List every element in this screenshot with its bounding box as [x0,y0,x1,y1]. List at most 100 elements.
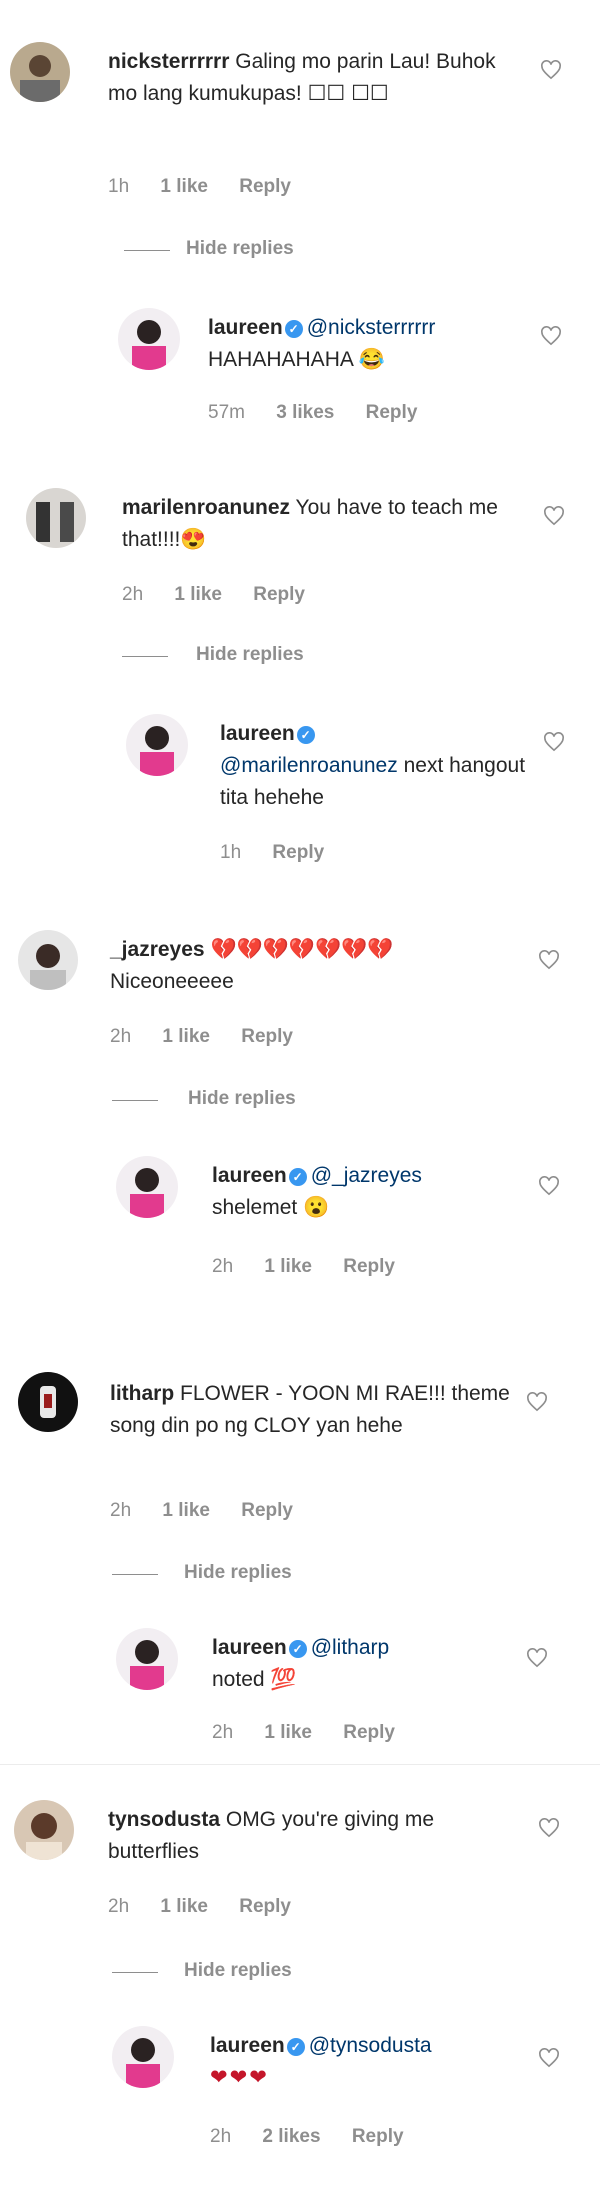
reply-time: 2h [212,1256,234,1277]
reply-username[interactable]: laureen [212,1164,287,1187]
reply-meta: 2h 1 like Reply [212,1256,421,1278]
reply-body: HAHAHAHAHA 😂 [208,348,385,371]
reply-button[interactable]: Reply [241,1026,293,1047]
replies-divider [124,250,170,251]
reply-button[interactable]: Reply [239,1896,291,1917]
comment-time: 2h [110,1026,132,1047]
comment-meta: 2h 1 like Reply [108,1896,317,1918]
comment-text: litharp FLOWER - YOON MI RAE!!! theme so… [110,1378,520,1442]
avatar[interactable] [18,930,78,990]
comment-meta: 1h 1 like Reply [108,176,317,198]
comment-text: tynsodusta OMG you're giving me butterfl… [108,1804,518,1868]
heart-outline-icon[interactable] [543,732,565,752]
reply-username[interactable]: laureen [210,2034,285,2057]
reply-time: 57m [208,402,245,423]
reply-text: laureen ✓ @marilenroanunez next hangout t… [220,718,530,814]
avatar[interactable] [26,488,86,548]
heart-outline-icon[interactable] [540,60,562,80]
hide-replies-button[interactable]: Hide replies [186,238,294,260]
hide-replies-button[interactable]: Hide replies [184,1562,292,1584]
reply-meta: 2h 1 like Reply [212,1722,421,1744]
verified-badge-icon: ✓ [288,1168,307,1186]
reply-mention[interactable]: @nicksterrrrrr [307,316,436,339]
comment-text: marilenroanunez You have to teach me tha… [122,492,532,556]
reply-likes[interactable]: 2 likes [262,2126,320,2147]
comment-likes[interactable]: 1 like [162,1026,210,1047]
avatar[interactable] [112,2026,174,2088]
comment-text: nicksterrrrrr Galing mo parin Lau! Buhok… [108,46,528,110]
reply-mention[interactable]: @_jazreyes [311,1164,422,1187]
comment-username[interactable]: _jazreyes [110,938,205,961]
heart-outline-icon[interactable] [538,1176,560,1196]
verified-badge-icon: ✓ [288,1640,307,1658]
comment-username[interactable]: tynsodusta [108,1808,220,1831]
comment-time: 2h [108,1896,130,1917]
reply-text: laureen ✓ @tynsodusta ❤❤❤ [210,2030,530,2094]
comment-time: 1h [108,176,130,197]
reply-time: 2h [210,2126,232,2147]
heart-outline-icon[interactable] [526,1648,548,1668]
reply-meta: 1h Reply [220,842,350,864]
reply-button[interactable]: Reply [366,402,418,423]
comment-meta: 2h 1 like Reply [110,1026,319,1048]
reply-text: laureen ✓ @litharp noted 💯 [212,1632,532,1696]
comment-username[interactable]: nicksterrrrrr [108,50,229,73]
avatar[interactable] [116,1628,178,1690]
hide-replies-button[interactable]: Hide replies [184,1960,292,1982]
comment-likes[interactable]: 1 like [174,584,222,605]
reply-meta: 57m 3 likes Reply [208,402,443,424]
hide-replies-button[interactable]: Hide replies [196,644,304,666]
reply-username[interactable]: laureen [208,316,283,339]
reply-time: 2h [212,1722,234,1743]
reply-body: ❤❤❤ [210,2066,269,2089]
replies-divider [112,1574,158,1575]
comment-time: 2h [122,584,144,605]
reply-time: 1h [220,842,242,863]
avatar[interactable] [126,714,188,776]
thread-divider [0,1764,600,1765]
reply-body: noted 💯 [212,1668,297,1691]
comment-meta: 2h 1 like Reply [110,1500,319,1522]
avatar[interactable] [18,1372,78,1432]
reply-likes[interactable]: 1 like [264,1722,312,1743]
reply-likes[interactable]: 1 like [264,1256,312,1277]
comment-likes[interactable]: 1 like [160,176,208,197]
comment-likes[interactable]: 1 like [160,1896,208,1917]
heart-outline-icon[interactable] [543,506,565,526]
reply-mention[interactable]: @tynsodusta [309,2034,432,2057]
replies-divider [112,1100,158,1101]
reply-button[interactable]: Reply [241,1500,293,1521]
reply-username[interactable]: laureen [220,722,295,745]
reply-mention[interactable]: @litharp [311,1636,390,1659]
avatar[interactable] [10,42,70,102]
comment-username[interactable]: litharp [110,1382,174,1405]
verified-badge-icon: ✓ [284,320,303,338]
heart-outline-icon[interactable] [538,950,560,970]
comment-likes[interactable]: 1 like [162,1500,210,1521]
reply-likes[interactable]: 3 likes [276,402,334,423]
replies-divider [112,1972,158,1973]
reply-button[interactable]: Reply [272,842,324,863]
avatar[interactable] [14,1800,74,1860]
reply-text: laureen ✓ @_jazreyes shelemet 😮 [212,1160,532,1224]
heart-outline-icon[interactable] [538,1818,560,1838]
heart-outline-icon[interactable] [526,1392,548,1412]
reply-mention[interactable]: @marilenroanunez [220,754,398,777]
verified-badge-icon: ✓ [296,726,315,744]
reply-button[interactable]: Reply [343,1722,395,1743]
reply-body: shelemet 😮 [212,1196,330,1219]
hide-replies-button[interactable]: Hide replies [188,1088,296,1110]
avatar[interactable] [116,1156,178,1218]
comment-meta: 2h 1 like Reply [122,584,331,606]
reply-username[interactable]: laureen [212,1636,287,1659]
reply-button[interactable]: Reply [239,176,291,197]
comment-username[interactable]: marilenroanunez [122,496,290,519]
reply-button[interactable]: Reply [253,584,305,605]
heart-outline-icon[interactable] [540,326,562,346]
heart-outline-icon[interactable] [538,2048,560,2068]
avatar[interactable] [118,308,180,370]
verified-badge-icon: ✓ [286,2038,305,2056]
reply-text: laureen ✓ @nicksterrrrrr HAHAHAHAHA 😂 [208,312,538,376]
reply-button[interactable]: Reply [343,1256,395,1277]
reply-button[interactable]: Reply [352,2126,404,2147]
